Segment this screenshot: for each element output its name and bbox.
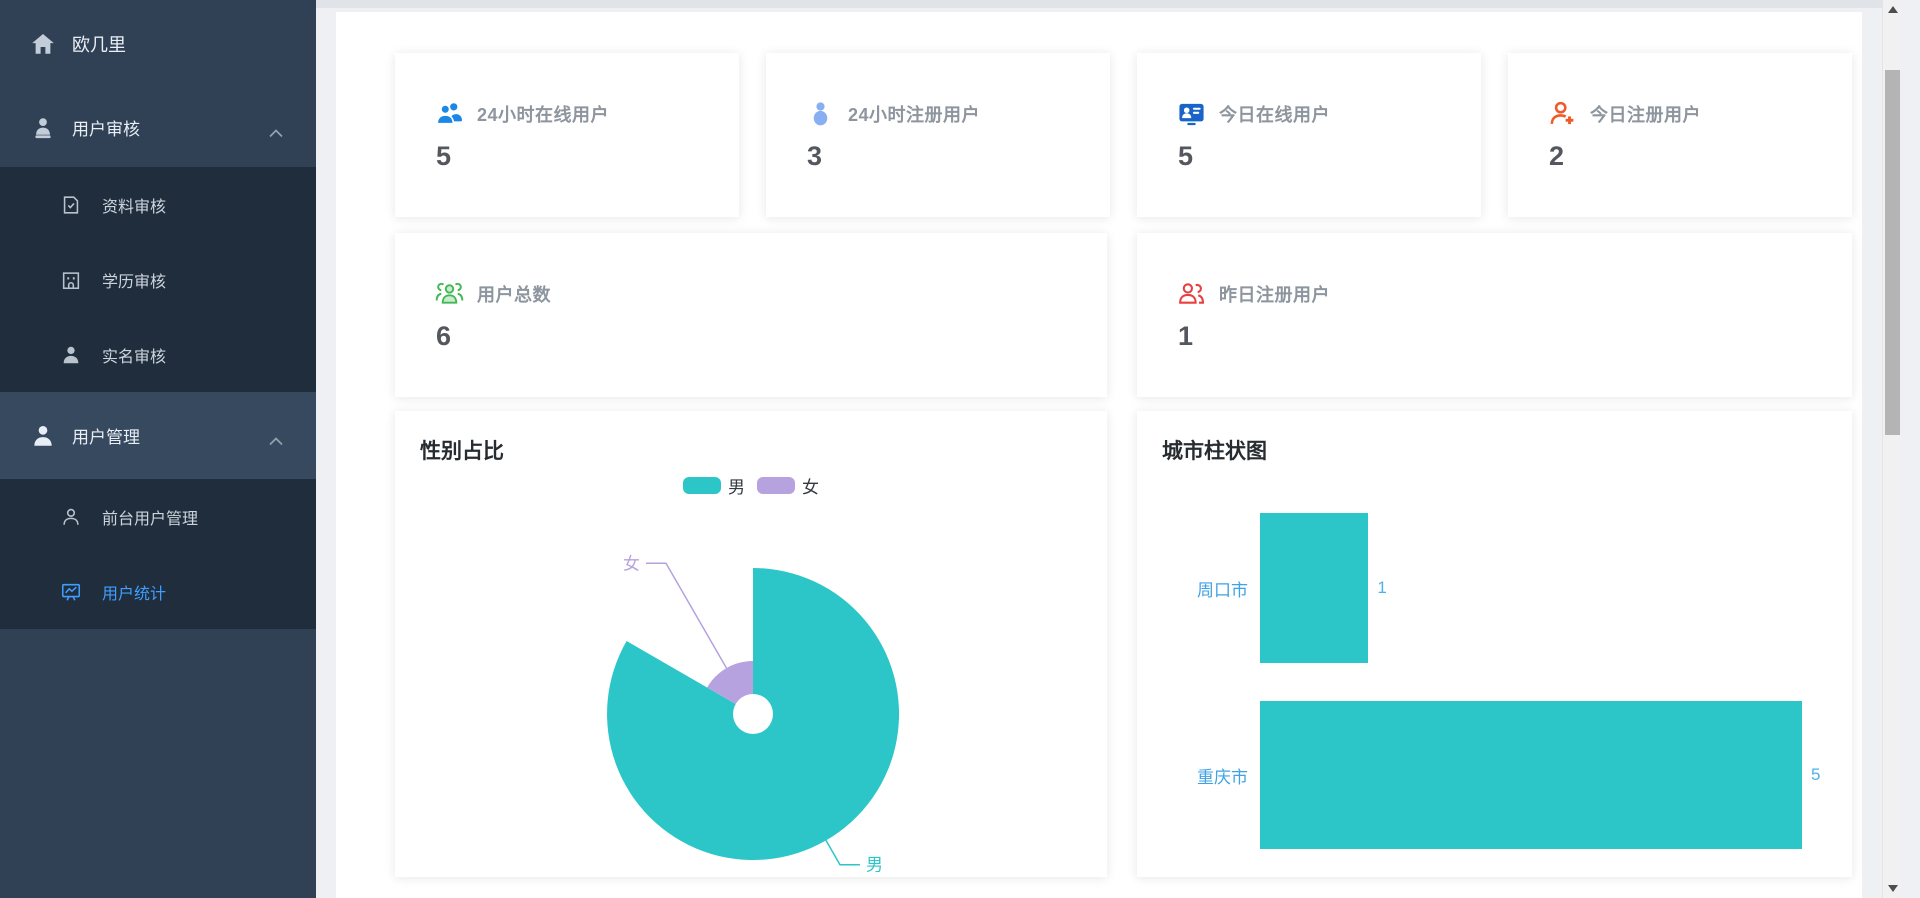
pie-callout-line bbox=[825, 840, 860, 866]
scrollbar-thumb[interactable] bbox=[1885, 70, 1900, 435]
sidebar-item-label: 用户管理 bbox=[72, 428, 140, 447]
sidebar-item-label: 前台用户管理 bbox=[102, 510, 199, 528]
sidebar-item-label: 用户统计 bbox=[102, 585, 167, 603]
gender-pie-chart-card: 性别占比 男 女 男女 bbox=[395, 411, 1107, 877]
sidebar-item-home[interactable]: 欧几里 bbox=[0, 0, 316, 88]
pie-center-hole bbox=[733, 694, 773, 734]
sidebar-item-label: 资料审核 bbox=[102, 198, 167, 216]
id-card-icon bbox=[1177, 99, 1206, 128]
bar-row: 重庆市 5 bbox=[1137, 701, 1852, 849]
chevron-up-icon bbox=[268, 123, 284, 137]
stat-value: 5 bbox=[436, 141, 452, 171]
sidebar: 欧几里 用户审核 资料审核 学历审核 实名审核 用户管理 前台用户管理 用户统计 bbox=[0, 0, 316, 898]
chart-board-icon bbox=[60, 581, 82, 603]
sidebar-item-material-audit[interactable]: 资料审核 bbox=[0, 167, 316, 242]
vertical-scrollbar[interactable] bbox=[1882, 0, 1901, 898]
stat-value: 6 bbox=[436, 321, 452, 351]
submenu-user-audit: 资料审核 学历审核 实名审核 bbox=[0, 167, 316, 392]
scrollbar-down-arrow[interactable] bbox=[1883, 879, 1902, 898]
home-icon bbox=[30, 31, 56, 57]
bar bbox=[1260, 513, 1369, 663]
main-content: 24小时在线用户 5 24小时注册用户 3 今日在线用户 5 今日注册用户 2 … bbox=[316, 0, 1901, 898]
bar-category-label: 重庆市 bbox=[1197, 767, 1248, 787]
user-badge-icon bbox=[30, 115, 56, 141]
pie-callout-line bbox=[646, 562, 728, 669]
sidebar-item-front-user-management[interactable]: 前台用户管理 bbox=[0, 479, 316, 554]
stat-value: 1 bbox=[1178, 321, 1194, 351]
sidebar-item-user-management[interactable]: 用户管理 bbox=[0, 392, 316, 479]
bar-value-label: 5 bbox=[1811, 765, 1821, 784]
user-plus-icon bbox=[1548, 99, 1577, 128]
stat-card-registered-24h: 24小时注册用户 3 bbox=[766, 53, 1110, 217]
sidebar-item-education-audit[interactable]: 学历审核 bbox=[0, 242, 316, 317]
bar-row: 周口市 1 bbox=[1137, 513, 1852, 663]
user-filled-icon bbox=[30, 423, 56, 449]
stat-label: 24小时注册用户 bbox=[848, 104, 981, 125]
stat-label: 24小时在线用户 bbox=[477, 104, 610, 125]
bar-value-label: 1 bbox=[1377, 578, 1387, 597]
stat-value: 2 bbox=[1549, 141, 1565, 171]
sidebar-item-realname-audit[interactable]: 实名审核 bbox=[0, 317, 316, 392]
top-strip bbox=[316, 0, 1901, 8]
users-outline-icon bbox=[1177, 279, 1206, 308]
submenu-user-management: 前台用户管理 用户统计 bbox=[0, 479, 316, 629]
users-filled-icon bbox=[435, 99, 464, 128]
pie-slice-label: 女 bbox=[623, 554, 640, 573]
gender-pie-chart: 男女 bbox=[607, 554, 900, 875]
user-filled-icon bbox=[60, 344, 82, 366]
sidebar-item-label: 实名审核 bbox=[102, 348, 167, 366]
chart-title: 城市柱状图 bbox=[1162, 440, 1267, 463]
stat-label: 昨日注册用户 bbox=[1219, 284, 1330, 305]
sidebar-item-label: 用户审核 bbox=[72, 120, 140, 139]
scrollbar-up-arrow[interactable] bbox=[1883, 0, 1902, 19]
stat-card-registered-yesterday: 昨日注册用户 1 bbox=[1137, 233, 1852, 397]
stat-card-total-users: 用户总数 6 bbox=[395, 233, 1107, 397]
pie-slice-label: 男 bbox=[866, 856, 883, 875]
document-check-icon bbox=[60, 194, 82, 216]
bar bbox=[1260, 701, 1802, 849]
stat-label: 用户总数 bbox=[477, 284, 551, 305]
triangle-down-icon bbox=[1887, 885, 1898, 892]
bar-category-label: 周口市 bbox=[1197, 580, 1248, 600]
sidebar-item-label: 学历审核 bbox=[102, 273, 167, 291]
content-panel: 24小时在线用户 5 24小时注册用户 3 今日在线用户 5 今日注册用户 2 … bbox=[336, 12, 1862, 898]
stat-card-online-24h: 24小时在线用户 5 bbox=[395, 53, 739, 217]
app-title: 欧几里 bbox=[72, 35, 126, 55]
sidebar-filler bbox=[0, 629, 316, 898]
sidebar-item-user-statistics[interactable]: 用户统计 bbox=[0, 554, 316, 629]
stat-value: 3 bbox=[807, 141, 823, 171]
stat-card-online-today: 今日在线用户 5 bbox=[1137, 53, 1481, 217]
stat-value: 5 bbox=[1178, 141, 1194, 171]
stat-card-registered-today: 今日注册用户 2 bbox=[1508, 53, 1852, 217]
stat-label: 今日在线用户 bbox=[1219, 104, 1330, 125]
triangle-up-icon bbox=[1887, 6, 1898, 13]
stat-label: 今日注册用户 bbox=[1590, 104, 1701, 125]
sidebar-item-user-audit[interactable]: 用户审核 bbox=[0, 88, 316, 167]
school-building-icon bbox=[60, 269, 82, 291]
chevron-up-icon bbox=[268, 431, 284, 445]
users-group-icon bbox=[435, 279, 464, 308]
user-outline-icon bbox=[60, 506, 82, 528]
city-bar-chart-card: 城市柱状图 周口市 1 重庆市 5 bbox=[1137, 411, 1852, 877]
user-filled-icon bbox=[806, 99, 835, 128]
